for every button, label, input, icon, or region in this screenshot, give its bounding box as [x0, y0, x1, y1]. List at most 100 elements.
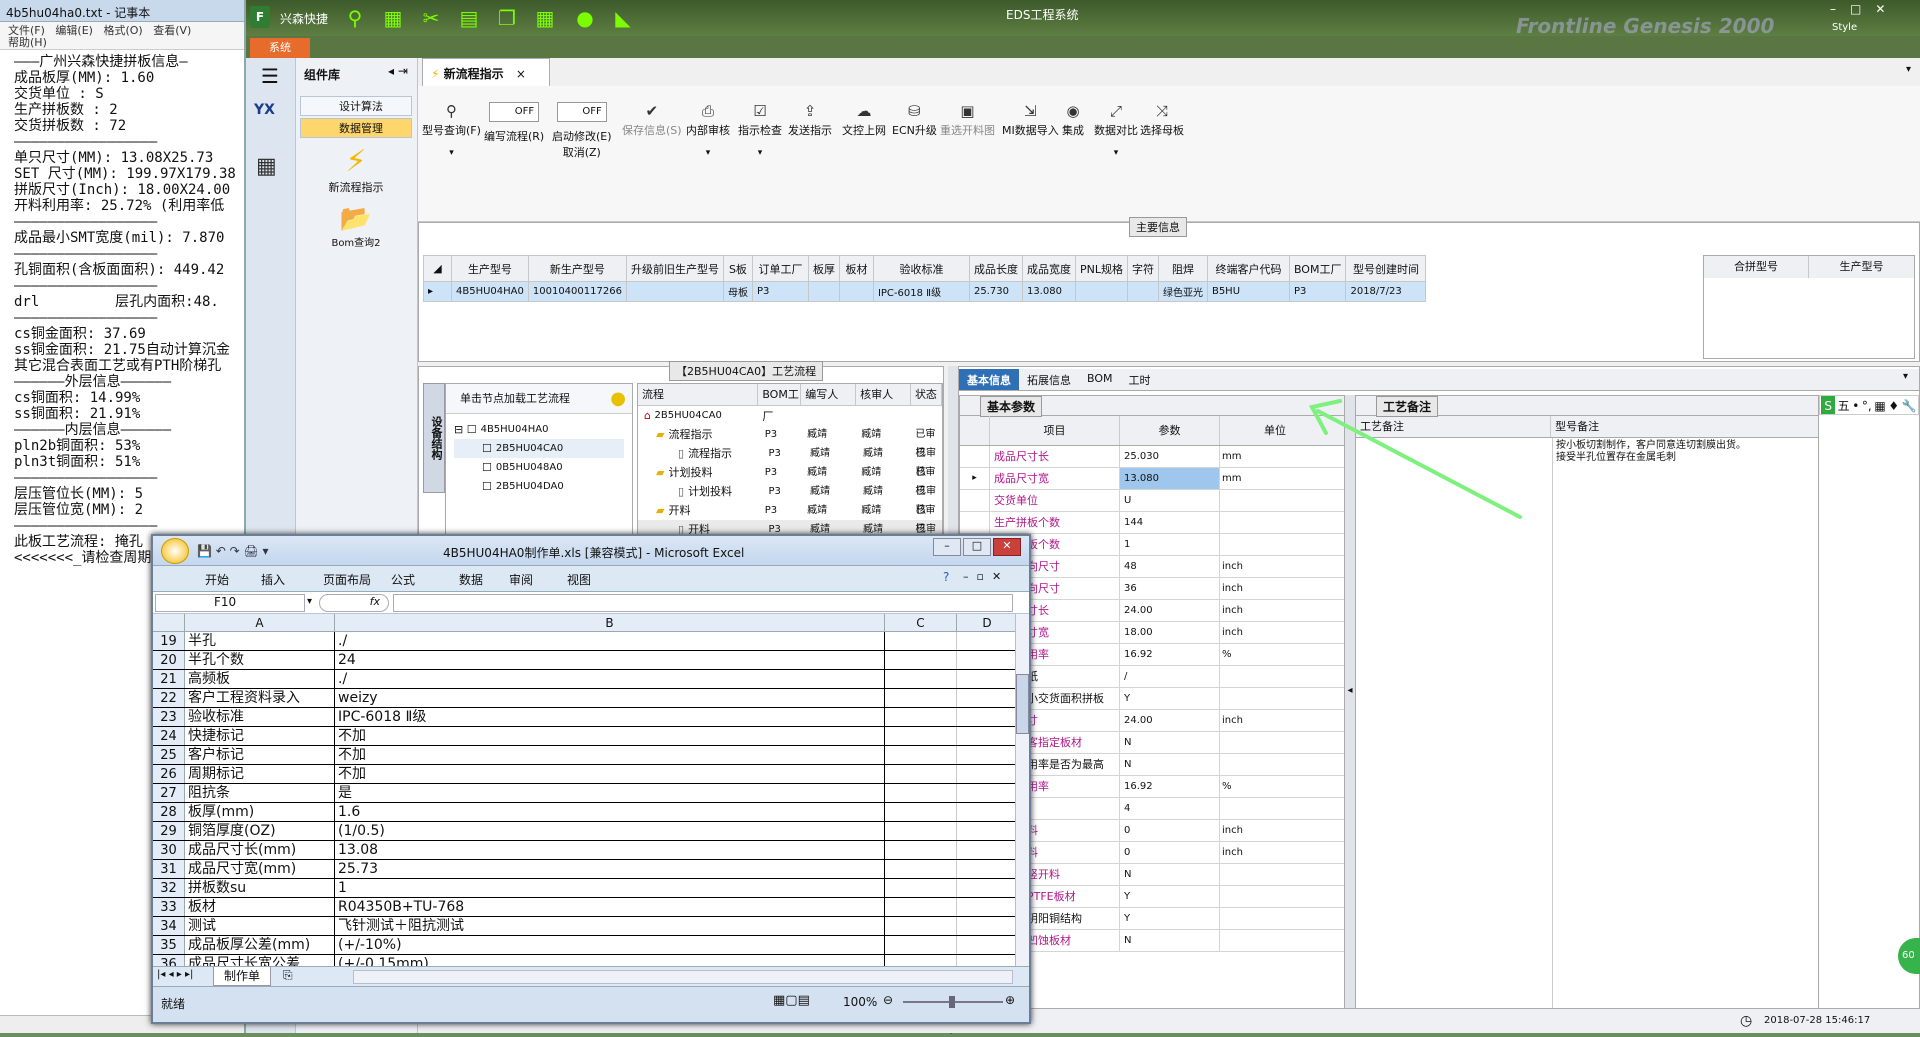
table-cell[interactable]: 10010400117266 — [527, 281, 627, 302]
cell-a[interactable]: 验收标准 — [185, 708, 335, 726]
menu-view[interactable]: 查看(V) — [153, 24, 191, 37]
param-value[interactable]: 18.00 — [1120, 622, 1220, 643]
cell-c[interactable] — [885, 955, 957, 966]
row-number[interactable]: 34 — [153, 917, 185, 935]
calculator-icon[interactable]: ▦ — [380, 6, 406, 30]
cell-c[interactable] — [885, 936, 957, 954]
detail-tab-2[interactable]: BOM — [1079, 369, 1121, 390]
param-row[interactable]: ▸ 成品尺寸宽 13.080 mm — [960, 468, 1344, 490]
cell-b[interactable]: (1/0.5) — [335, 822, 885, 840]
column-header[interactable]: BOM工厂 — [1288, 255, 1347, 282]
row-number[interactable]: 26 — [153, 765, 185, 783]
param-value[interactable]: 36 — [1120, 578, 1220, 599]
excel-tab-3[interactable]: 公式 — [391, 571, 415, 588]
table-cell[interactable] — [807, 281, 840, 302]
excel-window-controls[interactable]: – □ ✕ — [933, 538, 1023, 558]
table-cell[interactable]: 25.730 — [968, 281, 1023, 302]
comp-item-data-management[interactable]: 数据管理 — [300, 118, 412, 138]
ribbon-button-11[interactable]: ◉ 集成 — [1062, 102, 1084, 138]
chart-icon[interactable]: ◣ — [610, 6, 636, 30]
help-icon[interactable]: ? — [943, 570, 949, 584]
close-icon[interactable]: × — [516, 67, 526, 81]
cell-c[interactable] — [885, 822, 957, 840]
vertical-tab-structure[interactable]: 设备结构 — [423, 383, 445, 493]
row-number[interactable]: 35 — [153, 936, 185, 954]
ime-item[interactable]: • — [1852, 396, 1859, 414]
dropdown-icon[interactable]: ▾ — [1906, 64, 1911, 75]
param-value[interactable]: 25.030 — [1120, 446, 1220, 467]
doc-tab-new-flow[interactable]: ⚡ 新流程指示 × — [422, 58, 550, 86]
param-row[interactable]: 交货单位 U — [960, 490, 1344, 512]
chevron-down-icon[interactable]: ▾ — [686, 148, 730, 158]
ribbon-window-controls[interactable]: –▫✕ — [963, 570, 1009, 583]
column-header[interactable]: 生产型号 — [451, 255, 529, 282]
cell-c[interactable] — [885, 803, 957, 821]
sheet-tab[interactable]: 制作单 — [213, 967, 272, 986]
cell-b[interactable]: (+/-0.15mm) — [335, 955, 885, 966]
table-cell[interactable] — [1074, 281, 1128, 302]
cell-b[interactable]: ./ — [335, 670, 885, 688]
column-header[interactable]: 型号创建时间 — [1345, 255, 1427, 282]
table-cell[interactable]: 4B5HU04HA0 — [451, 281, 529, 302]
user-icon[interactable]: ● — [572, 6, 598, 30]
window-controls[interactable]: –□✕ — [1830, 2, 1910, 18]
cell-a[interactable]: 板材 — [185, 898, 335, 916]
ime-item[interactable]: 五 — [1838, 396, 1850, 414]
cell-c[interactable] — [885, 860, 957, 878]
row-number[interactable]: 23 — [153, 708, 185, 726]
param-value[interactable]: 144 — [1120, 512, 1220, 533]
zoom-slider[interactable] — [903, 996, 1003, 1008]
comp-item-algorithm[interactable]: 设计算法 — [300, 96, 412, 116]
detail-tab-3[interactable]: 工时 — [1121, 369, 1159, 390]
scissors-icon[interactable]: ✂ — [418, 6, 444, 30]
flow-header-cell[interactable]: 状态 — [911, 384, 942, 405]
param-value[interactable]: 16.92 — [1120, 776, 1220, 797]
param-value[interactable]: N — [1120, 864, 1220, 885]
cell-b[interactable]: IPC-6018 Ⅱ级 — [335, 708, 885, 726]
cell-b[interactable]: 是 — [335, 784, 885, 802]
row-number[interactable]: 20 — [153, 651, 185, 669]
param-value[interactable]: U — [1120, 490, 1220, 511]
column-header[interactable]: 板材 — [838, 255, 874, 282]
menu-format[interactable]: 格式(O) — [103, 24, 142, 37]
launch-bom-query[interactable]: 📂 Bom查询2 — [296, 204, 416, 249]
name-box[interactable]: F10 — [155, 594, 305, 612]
table-cell[interactable]: 2018/7/23 — [1345, 281, 1427, 302]
flow-header-cell[interactable]: 核审人 — [856, 384, 911, 405]
system-tab[interactable]: 系统 — [250, 38, 310, 58]
detail-tab-0[interactable]: 基本信息 — [959, 369, 1019, 390]
excel-tab-5[interactable]: 审阅 — [509, 571, 533, 588]
table-cell[interactable]: 13.080 — [1021, 281, 1076, 302]
param-value[interactable]: 0 — [1120, 842, 1220, 863]
cell-b[interactable]: 25.73 — [335, 860, 885, 878]
param-value[interactable]: 24.00 — [1120, 600, 1220, 621]
yx-icon[interactable]: YX — [254, 102, 288, 132]
film-icon[interactable]: ▤ — [456, 6, 482, 30]
row-number[interactable]: 31 — [153, 860, 185, 878]
ribbon-button-6[interactable]: ⇪ 发送指示 — [788, 102, 832, 138]
cell-a[interactable]: 测试 — [185, 917, 335, 935]
column-header[interactable]: 阻焊 — [1157, 255, 1208, 282]
row-number[interactable]: 27 — [153, 784, 185, 802]
column-header[interactable]: 成品长度 — [968, 255, 1023, 282]
cell-c[interactable] — [885, 746, 957, 764]
ribbon-sub-label[interactable]: 取消(Z) — [552, 144, 612, 160]
name-box-dropdown-icon[interactable]: ▾ — [307, 596, 312, 607]
row-number[interactable]: 19 — [153, 632, 185, 650]
ribbon-button-8[interactable]: ⛁ ECN升级 — [892, 102, 937, 138]
search-icon[interactable]: ⚲ — [342, 6, 368, 30]
param-value[interactable]: Y — [1120, 688, 1220, 709]
cell-a[interactable]: 客户标记 — [185, 746, 335, 764]
cell-a[interactable]: 拼板数su — [185, 879, 335, 897]
tree-node[interactable]: ⊟ ☐ 4B5HU04HA0 — [454, 420, 624, 439]
excel-tab-4[interactable]: 数据 — [459, 571, 483, 588]
flow-row[interactable]: ▰ 计划投料 P3 臧靖 臧靖 已审核 — [638, 463, 942, 497]
cell-b[interactable]: 飞针测试＋阻抗测试 — [335, 917, 885, 935]
cell-a[interactable]: 周期标记 — [185, 765, 335, 783]
ime-toolbar[interactable]: S 五 • °, ▦ ♦ 🔧 — [1819, 395, 1919, 415]
cell-b[interactable]: 不加 — [335, 727, 885, 745]
cell-c[interactable] — [885, 689, 957, 707]
table-cell[interactable]: 绿色亚光 — [1157, 281, 1208, 302]
cell-c[interactable] — [885, 841, 957, 859]
ime-item[interactable]: 🔧 — [1902, 396, 1917, 414]
